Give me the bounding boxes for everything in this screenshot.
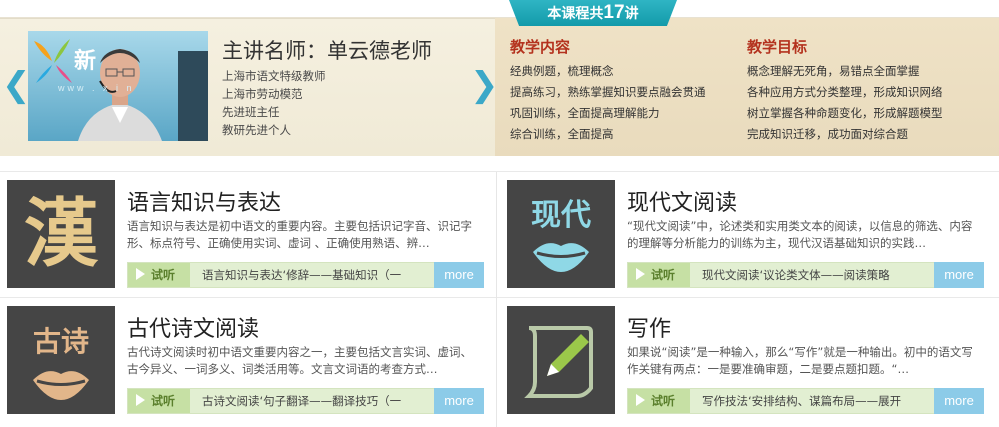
- play-icon: [636, 268, 645, 280]
- teacher-credentials: 上海市语文特级教师 上海市劳动模范 先进班主任 教研先进个人: [222, 67, 326, 139]
- teaching-content-heading: 教学内容: [510, 38, 571, 56]
- credential-item: 上海市劳动模范: [222, 87, 303, 101]
- course-card-language: 漢 语言知识与表达 语言知识与表达是初中语文的重要内容。主要包括识记字音、识记字…: [7, 180, 497, 300]
- play-icon: [136, 268, 145, 280]
- lips-icon: [33, 371, 89, 400]
- teaching-goal-item: 概念理解无死角，易错点全面掌握: [747, 64, 920, 78]
- teaching-content-item: 经典例题，梳理概念: [510, 64, 614, 78]
- course-card-modern-reading: 现代 现代文阅读 “现代文阅读”中，论述类和实用类文本的阅读，以信息的筛选、内容…: [507, 180, 997, 300]
- course-title[interactable]: 现代文阅读: [627, 185, 737, 217]
- more-button[interactable]: more: [434, 388, 484, 414]
- course-title[interactable]: 写作: [627, 311, 671, 343]
- more-button[interactable]: more: [434, 262, 484, 288]
- lesson-link[interactable]: 语言知识与表达‘修辞——基础知识（一: [202, 263, 432, 287]
- play-icon: [636, 394, 645, 406]
- lips-icon: [533, 243, 589, 272]
- teaching-content-item: 提高练习，熟练掌握知识要点融会贯通: [510, 85, 706, 99]
- lesson-bar: 试听 现代文阅读‘议论类文体——阅读策略 more: [627, 262, 984, 288]
- course-description: 古代诗文阅读时初中语文重要内容之一，主要包括文言实词、虚词、古今异义、一词多义、…: [127, 345, 472, 376]
- lesson-link[interactable]: 古诗文阅读‘句子翻译——翻译技巧（一: [202, 389, 432, 413]
- pen-paper-icon: [524, 326, 593, 398]
- lesson-link[interactable]: 现代文阅读‘议论类文体——阅读策略: [702, 263, 932, 287]
- trial-label: 试听: [151, 394, 176, 408]
- credential-item: 先进班主任: [222, 105, 280, 119]
- teaching-goals-heading: 教学目标: [747, 38, 808, 56]
- trial-button[interactable]: 试听: [128, 263, 190, 287]
- course-card-writing: 写作 如果说“阅读”是一种输入，那么“写作”就是一种输出。初中的语文写作关键有两…: [507, 306, 997, 426]
- trial-button[interactable]: 试听: [628, 263, 690, 287]
- trial-label: 试听: [651, 268, 676, 282]
- course-thumbnail[interactable]: 古诗: [7, 306, 115, 414]
- more-button[interactable]: more: [934, 388, 984, 414]
- course-title[interactable]: 古代诗文阅读: [127, 311, 259, 343]
- course-title[interactable]: 语言知识与表达: [127, 185, 281, 217]
- credential-item: 教研先进个人: [222, 123, 291, 137]
- course-count-number: 17: [603, 2, 625, 23]
- trial-button[interactable]: 试听: [628, 389, 690, 413]
- trial-label: 试听: [151, 268, 176, 282]
- course-card-classical-poetry: 古诗 古代诗文阅读 古代诗文阅读时初中语文重要内容之一，主要包括文言实词、虚词、…: [7, 306, 497, 426]
- teacher-video-thumbnail[interactable]: 新 www . x i n: [28, 31, 208, 141]
- section-divider: [0, 171, 999, 172]
- teaching-goal-item: 完成知识迁移，成功面对综合题: [747, 127, 908, 141]
- course-description: 语言知识与表达是初中语文的重要内容。主要包括识记字音、识记字形、标点符号、正确使…: [127, 219, 472, 250]
- lesson-bar: 试听 语言知识与表达‘修辞——基础知识（一 more: [127, 262, 484, 288]
- course-thumbnail[interactable]: 漢: [7, 180, 115, 288]
- course-count-tab: 本课程共17讲: [509, 0, 677, 26]
- course-thumbnail[interactable]: 现代: [507, 180, 615, 288]
- course-description: “现代文阅读”中，论述类和实用类文本的阅读，以信息的筛选、内容的理解等分析能力的…: [627, 219, 973, 250]
- logo-url: www . x i n: [58, 83, 135, 93]
- course-description: 如果说“阅读”是一种输入，那么“写作”就是一种输出。初中的语文写作关键有两点：一…: [627, 345, 973, 376]
- teaching-goal-item: 各种应用方式分类整理，形成知识网络: [747, 85, 943, 99]
- play-icon: [136, 394, 145, 406]
- han-character-icon: 漢: [24, 191, 98, 277]
- teaching-content-list: 经典例题，梳理概念 提高练习，熟练掌握知识要点融会贯通 巩固训练，全面提高理解能…: [510, 63, 706, 147]
- trial-label: 试听: [651, 394, 676, 408]
- more-button[interactable]: more: [934, 262, 984, 288]
- course-thumbnail[interactable]: [507, 306, 615, 414]
- lesson-bar: 试听 古诗文阅读‘句子翻译——翻译技巧（一 more: [127, 388, 484, 414]
- course-count-prefix: 本课程共: [547, 6, 604, 22]
- prev-arrow-icon[interactable]: ❮: [2, 65, 31, 105]
- lesson-bar: 试听 写作技法‘安排结构、谋篇布局——展开 more: [627, 388, 984, 414]
- lesson-link[interactable]: 写作技法‘安排结构、谋篇布局——展开: [702, 389, 932, 413]
- next-arrow-icon[interactable]: ❯: [470, 65, 499, 105]
- logo-text: 新: [74, 49, 98, 74]
- trial-button[interactable]: 试听: [128, 389, 190, 413]
- top-band: [0, 0, 999, 18]
- teaching-goal-item: 树立掌握各种命题变化，形成解题模型: [747, 106, 943, 120]
- credential-item: 上海市语文特级教师: [222, 69, 326, 83]
- course-count-suffix: 讲: [624, 6, 639, 22]
- teaching-content-item: 综合训练，全面提高: [510, 127, 614, 141]
- teaching-content-item: 巩固训练，全面提高理解能力: [510, 106, 660, 120]
- teaching-goals-list: 概念理解无死角，易错点全面掌握 各种应用方式分类整理，形成知识网络 树立掌握各种…: [747, 63, 943, 147]
- teacher-title: 主讲名师：单云德老师: [222, 39, 432, 63]
